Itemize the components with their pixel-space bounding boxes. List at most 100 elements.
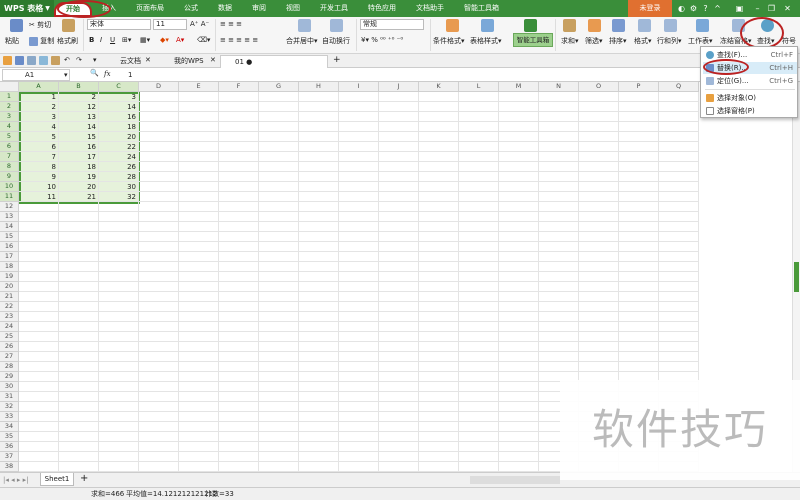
- grid-cell[interactable]: [419, 252, 459, 262]
- grid-cell[interactable]: [539, 192, 579, 202]
- grid-cell[interactable]: [539, 252, 579, 262]
- zoom-icon[interactable]: 🔍: [90, 69, 99, 77]
- grid-cell[interactable]: [299, 382, 339, 392]
- grid-cell[interactable]: [219, 242, 259, 252]
- grid-cell[interactable]: [19, 242, 59, 252]
- grid-cell[interactable]: [499, 312, 539, 322]
- grid-cell[interactable]: [299, 372, 339, 382]
- grid-cell[interactable]: [419, 292, 459, 302]
- grid-cell[interactable]: [379, 212, 419, 222]
- grid-cell[interactable]: [179, 282, 219, 292]
- grid-cell[interactable]: [99, 432, 139, 442]
- column-header[interactable]: A: [19, 82, 59, 92]
- grid-cell[interactable]: [259, 192, 299, 202]
- grid-cell[interactable]: [99, 252, 139, 262]
- table-style-icon[interactable]: [481, 19, 494, 32]
- grid-cell[interactable]: [379, 402, 419, 412]
- column-header[interactable]: D: [139, 82, 179, 92]
- grid-cell[interactable]: [459, 152, 499, 162]
- preview-icon[interactable]: [39, 56, 48, 65]
- grid-cell[interactable]: [379, 142, 419, 152]
- grid-cell[interactable]: [579, 132, 619, 142]
- grid-cell[interactable]: [99, 262, 139, 272]
- grid-cell[interactable]: [19, 322, 59, 332]
- grid-cell[interactable]: [19, 432, 59, 442]
- grid-cell[interactable]: [99, 292, 139, 302]
- grid-cell[interactable]: [19, 292, 59, 302]
- grid-cell[interactable]: [459, 172, 499, 182]
- table-style-button[interactable]: 表格样式 ▾: [470, 36, 502, 46]
- grid-cell[interactable]: [459, 432, 499, 442]
- grid-cell[interactable]: [339, 212, 379, 222]
- grid-cell[interactable]: [579, 362, 619, 372]
- grid-cell[interactable]: [219, 232, 259, 242]
- grid-cell[interactable]: [139, 372, 179, 382]
- cell-value[interactable]: 6: [19, 142, 59, 152]
- cell-value[interactable]: 20: [99, 132, 139, 142]
- grid-cell[interactable]: [19, 272, 59, 282]
- grid-cell[interactable]: [219, 162, 259, 172]
- grid-cell[interactable]: [619, 332, 659, 342]
- grid-cell[interactable]: [299, 302, 339, 312]
- grid-cell[interactable]: [139, 122, 179, 132]
- grid-cell[interactable]: [579, 92, 619, 102]
- chevron-down-icon[interactable]: ▾: [93, 56, 97, 64]
- cell-value[interactable]: 16: [99, 112, 139, 122]
- grid-cell[interactable]: [539, 242, 579, 252]
- cell-value[interactable]: 14: [59, 122, 99, 132]
- row-header[interactable]: 32: [0, 402, 19, 412]
- grid-cell[interactable]: [59, 372, 99, 382]
- grid-cell[interactable]: [59, 422, 99, 432]
- row-header[interactable]: 27: [0, 352, 19, 362]
- grid-cell[interactable]: [619, 122, 659, 132]
- grid-cell[interactable]: [659, 362, 699, 372]
- grid-cell[interactable]: [179, 442, 219, 452]
- grid-cell[interactable]: [459, 442, 499, 452]
- grid-cell[interactable]: [419, 92, 459, 102]
- cell-value[interactable]: 11: [19, 192, 59, 202]
- format-button[interactable]: 格式 ▾: [634, 36, 652, 46]
- grid-cell[interactable]: [219, 172, 259, 182]
- grid-cell[interactable]: [539, 212, 579, 222]
- grid-cell[interactable]: [659, 242, 699, 252]
- grid-cell[interactable]: [259, 152, 299, 162]
- grid-cell[interactable]: [539, 152, 579, 162]
- grid-cell[interactable]: [299, 182, 339, 192]
- grid-cell[interactable]: [259, 442, 299, 452]
- grid-cell[interactable]: [539, 222, 579, 232]
- grid-cell[interactable]: [499, 212, 539, 222]
- grid-cell[interactable]: [259, 172, 299, 182]
- grid-cell[interactable]: [219, 432, 259, 442]
- grid-cell[interactable]: [139, 352, 179, 362]
- merge-center-button[interactable]: 合并居中 ▾: [286, 36, 318, 46]
- grid-cell[interactable]: [459, 422, 499, 432]
- row-header[interactable]: 24: [0, 322, 19, 332]
- grid-cell[interactable]: [179, 402, 219, 412]
- grid-cell[interactable]: [219, 442, 259, 452]
- restore-icon[interactable]: ❐: [766, 3, 777, 14]
- grid-cell[interactable]: [179, 92, 219, 102]
- grid-cell[interactable]: [179, 392, 219, 402]
- column-header[interactable]: B: [59, 82, 99, 92]
- grid-cell[interactable]: [179, 452, 219, 462]
- grid-cell[interactable]: [619, 112, 659, 122]
- grid-cell[interactable]: [99, 382, 139, 392]
- grid-cell[interactable]: [19, 222, 59, 232]
- grid-cell[interactable]: [139, 232, 179, 242]
- grid-cell[interactable]: [19, 402, 59, 412]
- grid-cell[interactable]: [299, 342, 339, 352]
- grid-cell[interactable]: [339, 302, 379, 312]
- grid-cell[interactable]: [339, 182, 379, 192]
- tab-doc-assistant[interactable]: 文档助手: [406, 0, 454, 17]
- grid-cell[interactable]: [579, 212, 619, 222]
- grid-cell[interactable]: [299, 212, 339, 222]
- collapse-icon[interactable]: ^: [712, 3, 723, 14]
- grid-cell[interactable]: [379, 112, 419, 122]
- row-header[interactable]: 4: [0, 122, 19, 132]
- grid-cell[interactable]: [619, 322, 659, 332]
- grid-cell[interactable]: [379, 432, 419, 442]
- grid-cell[interactable]: [539, 272, 579, 282]
- grid-cell[interactable]: [179, 162, 219, 172]
- grid-cell[interactable]: [379, 462, 419, 472]
- grid-cell[interactable]: [339, 422, 379, 432]
